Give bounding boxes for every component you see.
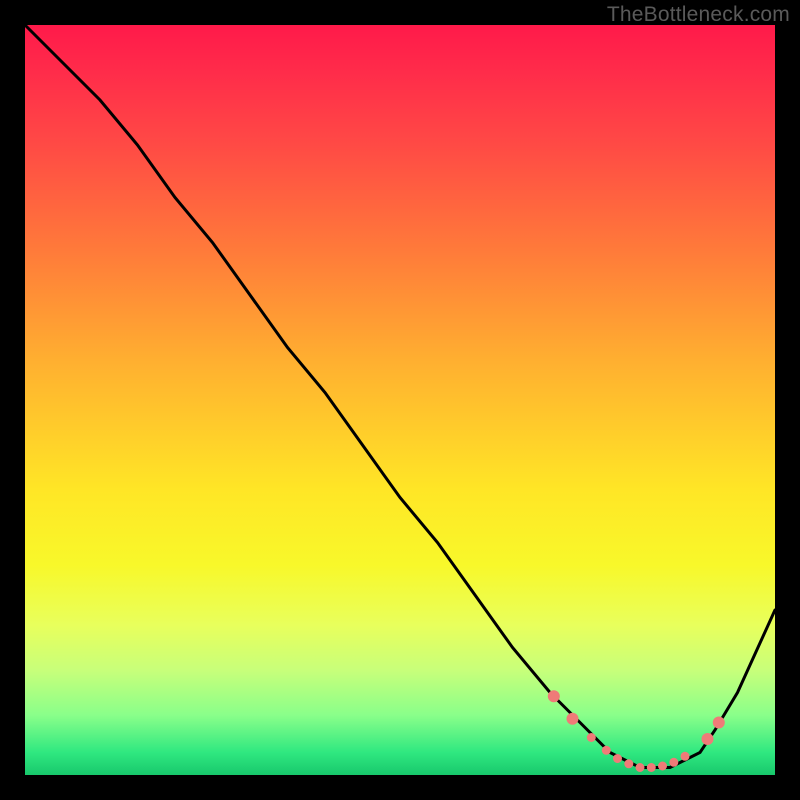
optimum-dot <box>636 763 645 772</box>
bottleneck-curve <box>25 25 775 768</box>
optimum-dot <box>624 759 633 768</box>
optimum-markers <box>548 690 725 772</box>
gradient-plot-area <box>25 25 775 775</box>
optimum-dot <box>647 763 656 772</box>
optimum-dot <box>587 733 596 742</box>
optimum-dot <box>702 733 714 745</box>
watermark-text: TheBottleneck.com <box>607 3 790 27</box>
optimum-dot <box>613 754 622 763</box>
optimum-dot <box>548 690 560 702</box>
optimum-dot <box>681 752 690 761</box>
curve-layer <box>25 25 775 775</box>
optimum-dot <box>567 713 579 725</box>
optimum-dot <box>669 758 678 767</box>
optimum-dot <box>713 717 725 729</box>
chart-frame: TheBottleneck.com <box>0 0 800 800</box>
optimum-dot <box>658 762 667 771</box>
optimum-dot <box>602 746 611 755</box>
